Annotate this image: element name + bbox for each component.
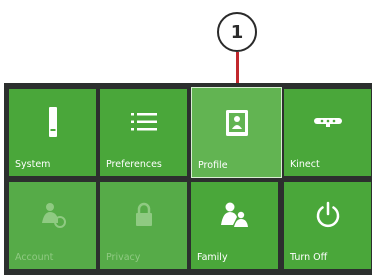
tile-profile[interactable]: Profile (191, 87, 282, 178)
profile-card-icon (192, 106, 281, 140)
lock-icon (100, 198, 187, 232)
tile-account[interactable]: Account (9, 182, 96, 269)
power-icon (284, 198, 371, 232)
tile-preferences[interactable]: Preferences (100, 89, 187, 176)
tile-family[interactable]: Family (191, 182, 278, 269)
tile-label: Profile (198, 160, 228, 171)
tile-kinect[interactable]: Kinect (284, 89, 371, 176)
callout-badge: 1 (217, 12, 257, 52)
tile-turn-off[interactable]: Turn Off (284, 182, 371, 269)
tile-label: System (15, 159, 51, 170)
tile-label: Account (15, 252, 54, 263)
settings-panel: System Preferences Profile Kinect Accoun… (4, 83, 372, 275)
kinect-sensor-icon (284, 105, 371, 139)
tile-label: Turn Off (290, 252, 328, 263)
tile-system[interactable]: System (9, 89, 96, 176)
list-icon (100, 105, 187, 139)
console-icon (9, 105, 96, 139)
tile-label: Family (197, 252, 228, 263)
family-icon (191, 198, 278, 232)
screenshot: 1 System Preferences Profile Kinect Acco… (0, 0, 374, 275)
callout-number: 1 (230, 21, 244, 43)
tile-label: Kinect (290, 159, 320, 170)
tile-label: Preferences (106, 159, 162, 170)
tile-privacy[interactable]: Privacy (100, 182, 187, 269)
tile-label: Privacy (106, 252, 141, 263)
account-icon (9, 198, 96, 232)
